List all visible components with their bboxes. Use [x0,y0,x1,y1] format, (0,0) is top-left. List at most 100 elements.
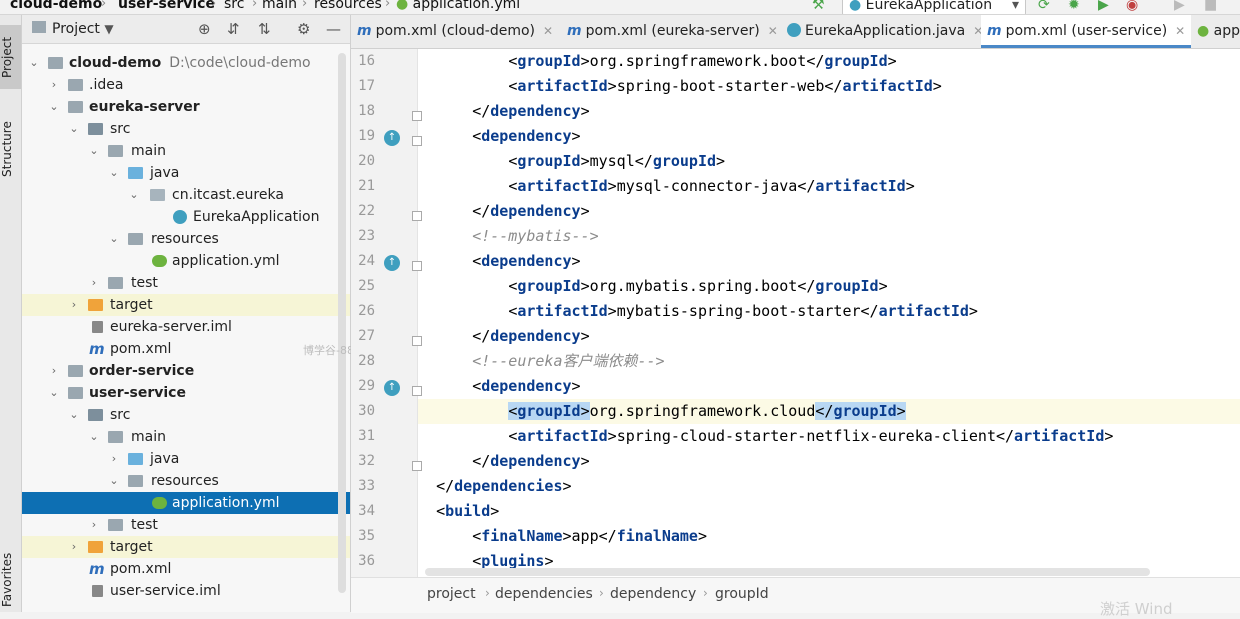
rerun-icon[interactable]: ⟳ [1038,0,1050,13]
chevron-right-icon[interactable]: › [48,74,60,96]
code-line-29: <dependency> [472,377,581,395]
debug-icon[interactable]: ✹ [1068,0,1080,13]
navigation-bar: cloud-demo › user-service › src › main ›… [0,0,1240,15]
maven-dependency-gutter-icon[interactable]: ↑ [384,130,400,146]
folder-icon [88,409,103,421]
tab-application-yml[interactable]: ● app [1197,15,1240,48]
chevron-down-icon[interactable]: ⌄ [128,184,140,206]
tree-item-src[interactable]: ⌄ src [22,404,350,426]
chevron-down-icon[interactable]: ⌄ [48,96,60,118]
nav-crumb-project[interactable]: cloud-demo [10,0,102,12]
project-view-select[interactable]: Project ▼ [52,21,114,37]
chevron-right-icon[interactable]: › [68,294,80,316]
tree-item-java[interactable]: ⌄ java [22,162,350,184]
tree-item-package[interactable]: ⌄ cn.itcast.eureka [22,184,350,206]
chevron-down-icon[interactable]: ⌄ [88,140,100,162]
tree-item-eureka-server[interactable]: ⌄ eureka-server [22,96,350,118]
tree-item-order-service[interactable]: › order-service [22,360,350,382]
nav-crumb-file[interactable]: ● application.yml [396,0,520,12]
module-folder-icon [68,387,83,399]
stop-icon[interactable]: ■ [1204,0,1217,13]
chevron-right-icon[interactable]: › [48,360,60,382]
gear-icon[interactable]: ⚙ [297,20,310,38]
nav-crumb-resources[interactable]: resources [314,0,382,12]
line-number: 34 [358,503,375,519]
maven-dependency-gutter-icon[interactable]: ↑ [384,380,400,396]
locate-icon[interactable]: ⊕ [198,20,211,38]
chevron-down-icon[interactable]: ⌄ [28,52,40,74]
xml-crumb-project[interactable]: project [427,586,476,602]
nav-crumb-main[interactable]: main [262,0,297,12]
editor-horizontal-scrollbar[interactable] [425,568,1150,576]
code-editor[interactable]: 16 17 18 19 20 21 22 23 24 25 26 27 28 2… [351,49,1240,577]
tree-item-application-yml[interactable]: application.yml [22,250,350,272]
nav-crumb-src[interactable]: src [224,0,244,12]
chevron-down-icon[interactable]: ⌄ [108,162,120,184]
chevron-down-icon[interactable]: ⌄ [68,404,80,426]
line-number: 29 [358,378,375,394]
tree-item-idea[interactable]: › .idea [22,74,350,96]
tree-item-main[interactable]: ⌄ main [22,426,350,448]
tab-eureka-application-java[interactable]: EurekaApplication.java ✕ [787,15,983,48]
chevron-down-icon[interactable]: ⌄ [68,118,80,140]
run-configuration-select[interactable]: ● EurekaApplication ▾ [842,0,1026,14]
tree-item-eureka-application[interactable]: EurekaApplication [22,206,350,228]
xml-crumb-groupid[interactable]: groupId [715,586,769,602]
tree-item-cloud-demo[interactable]: ⌄ cloud-demo D:\code\cloud-demo [22,52,350,74]
tree-item-target[interactable]: › target [22,536,350,558]
chevron-down-icon[interactable]: ⌄ [48,382,60,404]
tree-item-eureka-server-iml[interactable]: eureka-server.iml [22,316,350,338]
tree-item-target[interactable]: › target [22,294,350,316]
xml-crumb-dependencies[interactable]: dependencies [495,586,593,602]
tab-favorites-tool[interactable]: Favorites [0,545,21,615]
tree-item-resources[interactable]: ⌄ resources [22,228,350,250]
tree-item-main[interactable]: ⌄ main [22,140,350,162]
chevron-right-icon[interactable]: › [108,448,120,470]
project-scrollbar[interactable] [338,53,346,593]
coverage-icon[interactable]: ▶ [1098,0,1109,13]
tree-item-src[interactable]: ⌄ src [22,118,350,140]
close-icon[interactable]: ✕ [543,24,553,38]
tree-item-pom-xml[interactable]: m pom.xml [22,338,350,360]
chevron-down-icon[interactable]: ⌄ [108,470,120,492]
tab-pom-cloud-demo[interactable]: m pom.xml (cloud-demo) ✕ [357,15,553,48]
close-icon[interactable]: ✕ [768,24,778,38]
tree-item-resources[interactable]: ⌄ resources [22,470,350,492]
line-number: 23 [358,228,375,244]
tab-pom-user-service[interactable]: m pom.xml (user-service) ✕ [981,15,1192,48]
nav-crumb-module[interactable]: user-service [118,0,215,12]
tree-item-user-service-iml[interactable]: user-service.iml [22,580,350,602]
tree-item-user-service[interactable]: ⌄ user-service [22,382,350,404]
tab-project-tool[interactable]: Project [0,25,21,89]
chevron-down-icon[interactable]: ⌄ [108,228,120,250]
iml-file-icon [92,585,103,597]
tree-item-application-yml-selected[interactable]: application.yml [22,492,350,514]
project-panel-header: Project ▼ ⊕ ⇵ ⇅ ⚙ — [22,15,350,44]
chevron-down-icon[interactable]: ⌄ [88,426,100,448]
profile-icon[interactable]: ◉ [1126,0,1138,13]
hide-icon[interactable]: — [326,20,341,38]
chevron-right-icon[interactable]: › [88,272,100,294]
tab-structure-tool[interactable]: Structure [0,109,21,189]
line-number: 28 [358,353,375,369]
excluded-folder-icon [88,299,103,311]
line-number: 31 [358,428,375,444]
xml-crumb-dependency[interactable]: dependency [610,586,696,602]
folder-icon [68,79,83,91]
collapse-all-icon[interactable]: ⇅ [258,20,271,38]
run-disabled-icon[interactable]: ▶ [1174,0,1185,13]
tree-item-test[interactable]: › test [22,272,350,294]
maven-dependency-gutter-icon[interactable]: ↑ [384,255,400,271]
tree-item-java[interactable]: › java [22,448,350,470]
close-icon[interactable]: ✕ [1175,24,1185,38]
tree-item-pom-xml[interactable]: m pom.xml [22,558,350,580]
build-hammer-icon[interactable]: ⚒ [812,0,825,13]
expand-all-icon[interactable]: ⇵ [227,20,240,38]
tab-pom-eureka-server[interactable]: m pom.xml (eureka-server) ✕ [567,15,778,48]
code-line-23: <!--mybatis--> [472,227,599,245]
chevron-right-icon[interactable]: › [68,536,80,558]
code-area[interactable]: <groupId>org.springframework.boot</group… [418,49,1240,577]
source-folder-icon [128,453,143,465]
chevron-right-icon[interactable]: › [88,514,100,536]
tree-item-test[interactable]: › test [22,514,350,536]
